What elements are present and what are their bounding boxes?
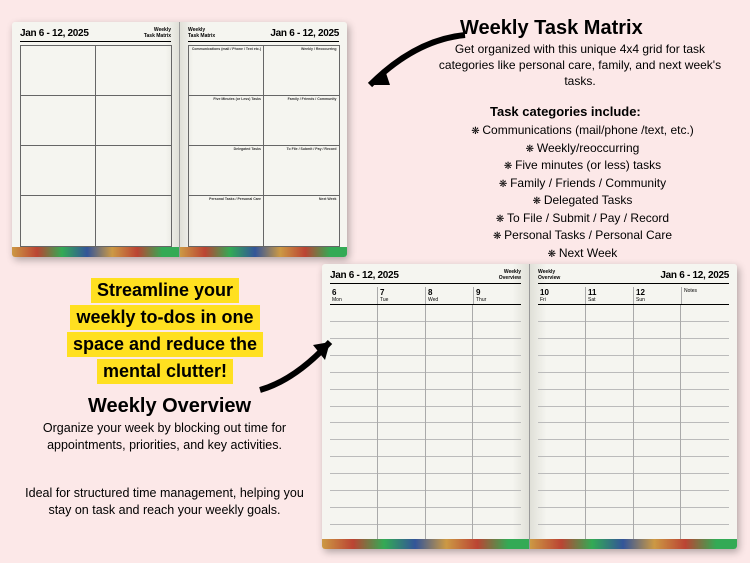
time-grid-right <box>538 305 729 542</box>
day-strip-left: 6Mon 7Tue 8Wed 9Thur <box>330 287 521 305</box>
overview-left-page: Jan 6 - 12, 2025 Weekly Overview 6Mon 7T… <box>322 264 530 549</box>
page-date: Jan 6 - 12, 2025 <box>660 270 729 281</box>
category-list: Communications (mail/phone /text, etc.) … <box>440 122 725 262</box>
matrix-subtitle: Task categories include: <box>490 104 641 119</box>
matrix-desc: Get organized with this unique 4x4 grid … <box>430 41 730 90</box>
weekly-overview-book: Jan 6 - 12, 2025 Weekly Overview 6Mon 7T… <box>322 264 737 549</box>
page-date: Jan 6 - 12, 2025 <box>270 28 339 39</box>
time-grid-left <box>330 305 521 542</box>
matrix-title: Weekly Task Matrix <box>460 17 643 40</box>
matrix-grid-left <box>20 45 171 246</box>
matrix-grid-right: Communications (mail / Phone / Text etc.… <box>188 45 339 246</box>
page-date: Jan 6 - 12, 2025 <box>20 28 89 39</box>
page-type: Weekly Task Matrix <box>188 28 215 39</box>
page-type: Weekly Overview <box>499 270 521 281</box>
day-strip-right: 10Fri 11Sat 12Sun Notes <box>538 287 729 305</box>
page-type: Weekly Task Matrix <box>144 28 171 39</box>
page-type: Weekly Overview <box>538 270 560 281</box>
page-date: Jan 6 - 12, 2025 <box>330 270 399 281</box>
matrix-left-page: Jan 6 - 12, 2025 Weekly Task Matrix <box>12 22 180 257</box>
overview-title: Weekly Overview <box>88 395 251 418</box>
highlight-callout: Streamline your weekly to-dos in one spa… <box>30 277 300 385</box>
overview-right-page: Weekly Overview Jan 6 - 12, 2025 10Fri 1… <box>530 264 737 549</box>
overview-desc-2: Ideal for structured time management, he… <box>22 485 307 519</box>
matrix-right-page: Weekly Task Matrix Jan 6 - 12, 2025 Comm… <box>180 22 347 257</box>
overview-desc-1: Organize your week by blocking out time … <box>22 420 307 454</box>
task-matrix-book: Jan 6 - 12, 2025 Weekly Task Matrix Week… <box>12 22 347 257</box>
